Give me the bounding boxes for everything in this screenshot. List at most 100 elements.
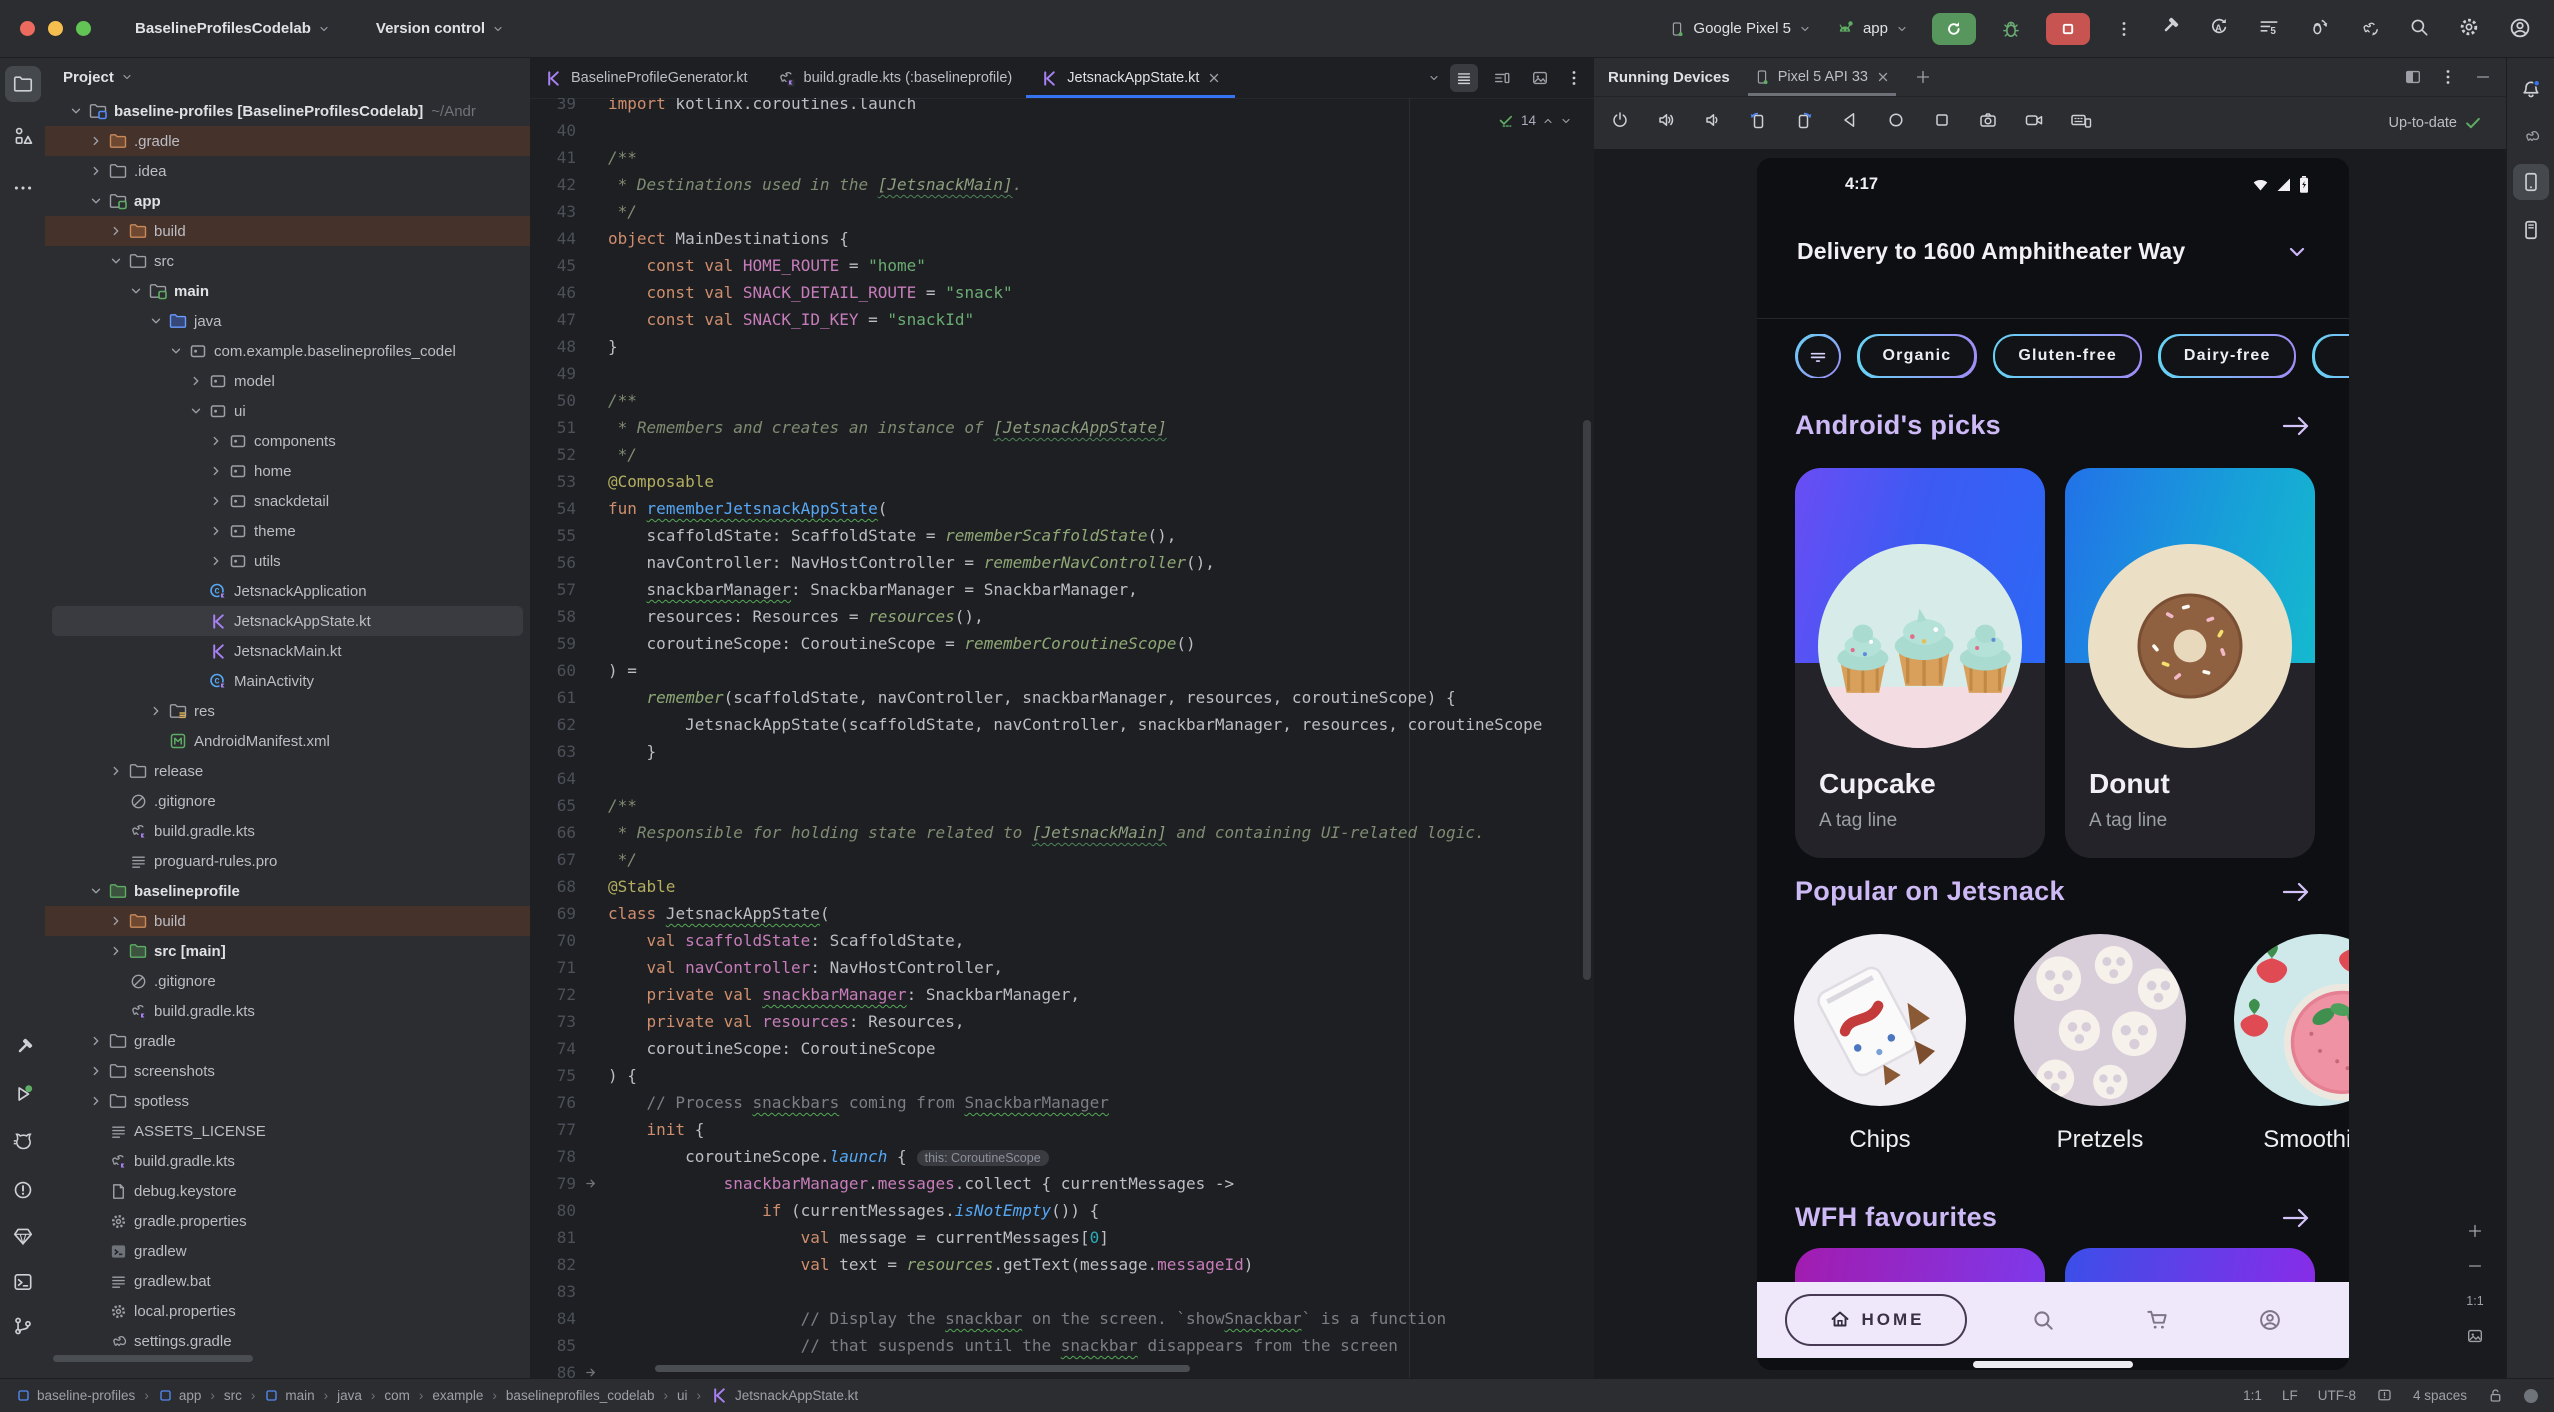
tree-chevron[interactable] (165, 344, 187, 358)
breadcrumb-main[interactable]: main (264, 1388, 315, 1403)
filter-button[interactable] (1795, 334, 1841, 378)
more-actions-icon[interactable] (2114, 19, 2134, 39)
tree-item-app[interactable]: app (45, 186, 530, 216)
more-tool-button[interactable] (5, 170, 41, 206)
debug-button-icon[interactable] (2000, 18, 2022, 40)
new-tab-icon[interactable] (1914, 68, 1932, 86)
tree-item-baselineprofile[interactable]: baselineprofile (45, 876, 530, 906)
filter-chip-partial[interactable] (2312, 334, 2349, 378)
filter-chip-dairy-free[interactable]: Dairy-free (2158, 334, 2297, 378)
tree-item-gradle[interactable]: gradle (45, 1026, 530, 1056)
device-tab-pixel-5[interactable]: Pixel 5 API 33 (1748, 58, 1896, 96)
nav-overview-button[interactable] (1932, 110, 1958, 136)
tree-chevron[interactable] (85, 1034, 107, 1048)
screenshot-button[interactable] (2462, 1323, 2488, 1349)
arrow-right-icon[interactable] (2281, 879, 2311, 905)
volume-up-button[interactable] (1656, 110, 1682, 136)
screen-record-button[interactable] (2024, 110, 2050, 136)
profile-icon[interactable] (2257, 1307, 2283, 1333)
tree-item-jetsnackapplication[interactable]: C JetsnackApplication (45, 576, 530, 606)
editor-vertical-scrollbar[interactable] (1583, 420, 1591, 980)
snack-card-donut[interactable]: Donut A tag line (2065, 468, 2315, 858)
memory-indicator-icon[interactable] (2524, 1388, 2538, 1403)
tree-chevron[interactable] (185, 374, 207, 388)
tree-chevron[interactable] (205, 554, 227, 568)
file-encoding[interactable]: UTF-8 (2318, 1388, 2356, 1403)
tree-item-androidmanifest-xml[interactable]: AndroidManifest.xml (45, 726, 530, 756)
tree-item-settings-gradle[interactable]: settings.gradle (45, 1326, 530, 1356)
tree-item-build-gradle-kts[interactable]: build.gradle.kts (45, 816, 530, 846)
running-devices-tool-button[interactable] (2513, 164, 2549, 200)
gradle-tool-button[interactable] (2513, 118, 2549, 154)
maximize-window-button[interactable] (76, 21, 91, 36)
tree-item-jetsnackmain-kt[interactable]: JetsnackMain.kt (45, 636, 530, 666)
run-configuration-selector[interactable]: app (1835, 19, 1908, 39)
close-icon[interactable] (1876, 70, 1890, 84)
tree-chevron[interactable] (105, 254, 127, 268)
tree-chevron[interactable] (85, 134, 107, 148)
tree-item-ui[interactable]: ui (45, 396, 530, 426)
tree-chevron[interactable] (205, 464, 227, 478)
tree-item-utils[interactable]: utils (45, 546, 530, 576)
tree-chevron[interactable] (85, 194, 107, 208)
indent-setting[interactable]: 4 spaces (2413, 1388, 2467, 1403)
editor-tab-baselineprofilegenerator-kt[interactable]: BaselineProfileGenerator.kt (530, 58, 762, 98)
snack-card-cupcake[interactable]: Cupcake A tag line (1795, 468, 2045, 858)
tree-item-home[interactable]: home (45, 456, 530, 486)
cart-icon[interactable] (2143, 1307, 2171, 1333)
code-viewport[interactable]: 39 import kotlinx.coroutines.launch 40 41 /*… (530, 98, 1594, 1378)
tree-item-snackdetail[interactable]: snackdetail (45, 486, 530, 516)
hardware-input-button[interactable] (2070, 110, 2096, 136)
tab-list-dropdown-icon[interactable] (1428, 72, 1440, 84)
close-window-button[interactable] (20, 21, 35, 36)
minimize-window-button[interactable] (48, 21, 63, 36)
tree-chevron[interactable] (85, 1094, 107, 1108)
tree-item-screenshots[interactable]: screenshots (45, 1056, 530, 1086)
tree-item-gitignore[interactable]: .gitignore (45, 786, 530, 816)
project-panel-header[interactable]: Project (45, 58, 530, 96)
line-separator[interactable]: LF (2282, 1388, 2298, 1403)
tree-item-theme[interactable]: theme (45, 516, 530, 546)
snack-item-pretzels[interactable]: Pretzels (2014, 934, 2186, 1154)
profiler-lines-button[interactable]: 5 (2258, 16, 2284, 42)
panel-options-icon[interactable] (2438, 67, 2458, 87)
tree-item-release[interactable]: release (45, 756, 530, 786)
next-problem-icon[interactable] (1560, 115, 1572, 127)
snack-item-chips[interactable]: Chips (1794, 934, 1966, 1154)
view-mode-preview-button[interactable] (1526, 64, 1554, 92)
tree-item-local-properties[interactable]: local.properties (45, 1296, 530, 1326)
tree-item-jetsnackappstate-kt[interactable]: JetsnackAppState.kt (52, 606, 523, 636)
breadcrumb-com[interactable]: com (384, 1388, 410, 1403)
rerun-button[interactable] (1932, 12, 1976, 45)
previous-problem-icon[interactable] (1542, 115, 1554, 127)
rotate-left-button[interactable] (1748, 110, 1774, 136)
tree-item-assets-license[interactable]: ASSETS_LICENSE (45, 1116, 530, 1146)
stop-button[interactable] (2046, 12, 2090, 45)
emulator-screen[interactable]: 4:17 Delivery to 1600 Amphitheater Way O… (1757, 158, 2349, 1370)
tree-chevron[interactable] (85, 884, 107, 898)
tree-item-gitignore[interactable]: .gitignore (45, 966, 530, 996)
tree-chevron[interactable] (105, 764, 127, 778)
tree-item-gradlew[interactable]: gradlew (45, 1236, 530, 1266)
tree-item-build-gradle-kts[interactable]: build.gradle.kts (45, 996, 530, 1026)
tree-chevron[interactable] (85, 164, 107, 178)
app-insights-tool-button[interactable] (5, 1218, 41, 1254)
tree-chevron[interactable] (145, 704, 167, 718)
tree-item-build[interactable]: build (45, 906, 530, 936)
zoom-reset-button[interactable]: 1:1 (2462, 1288, 2488, 1314)
tree-chevron[interactable] (185, 404, 207, 418)
tree-item-src[interactable]: src (45, 246, 530, 276)
project-horizontal-scrollbar[interactable] (53, 1355, 253, 1362)
nav-home-button[interactable]: HOME (1785, 1294, 1967, 1346)
tree-item-build-gradle-kts[interactable]: build.gradle.kts (45, 1146, 530, 1176)
structure-tool-button[interactable] (5, 118, 41, 154)
nav-back-button[interactable] (1840, 110, 1866, 136)
tree-item-src-main[interactable]: src [main] (45, 936, 530, 966)
breadcrumb-example[interactable]: example (432, 1388, 483, 1403)
breadcrumb-java[interactable]: java (337, 1388, 362, 1403)
apply-changes-button[interactable]: A (2208, 16, 2234, 42)
editor-tab-build-gradle-kts-baselineprofile[interactable]: build.gradle.kts (:baselineprofile) (762, 58, 1027, 98)
editor-horizontal-scrollbar[interactable] (655, 1365, 1190, 1372)
breadcrumb-baseline-profiles[interactable]: baseline-profiles (16, 1388, 135, 1403)
tree-item-components[interactable]: components (45, 426, 530, 456)
